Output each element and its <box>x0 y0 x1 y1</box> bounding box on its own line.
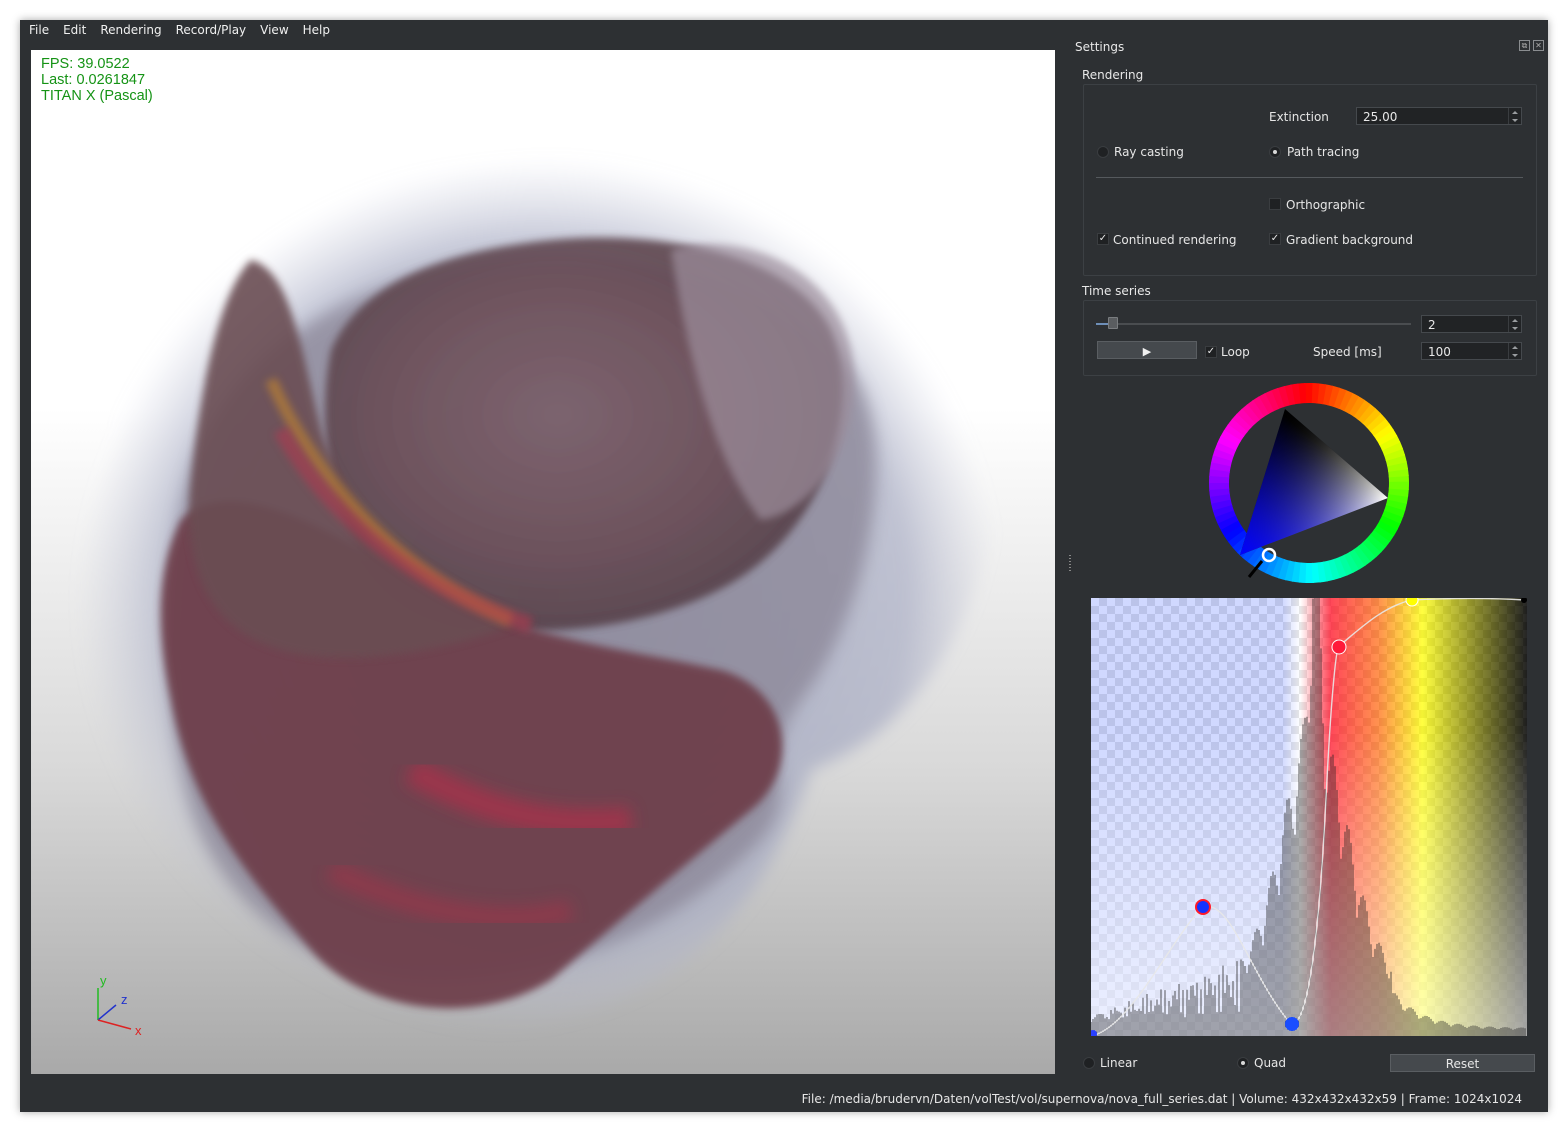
rendering-group-title: Rendering <box>1082 68 1144 82</box>
arrow-up-icon[interactable] <box>1512 345 1518 349</box>
extinction-label: Extinction <box>1269 110 1329 124</box>
extinction-spinbox[interactable]: 25.00 <box>1356 107 1522 125</box>
speed-stepper[interactable] <box>1508 343 1521 359</box>
control-point[interactable] <box>1285 1017 1299 1031</box>
render-viewport[interactable]: FPS: 39.0522 Last: 0.0261847 TITAN X (Pa… <box>31 50 1055 1074</box>
gradient-background-label: Gradient background <box>1286 233 1414 247</box>
rendering-group: Extinction 25.00 Ray casting Path tracin… <box>1083 84 1537 276</box>
dock-title-buttons: ⧉ ✕ <box>1519 40 1544 51</box>
app-window: File Edit Rendering Record/Play View Hel… <box>20 20 1548 1112</box>
frame-spinbox[interactable]: 2 <box>1421 315 1522 333</box>
menu-file[interactable]: File <box>20 20 56 40</box>
orthographic-checkbox[interactable] <box>1269 198 1281 210</box>
frame-stepper[interactable] <box>1508 316 1521 332</box>
frame-slider-fill <box>1096 323 1108 325</box>
menu-bar: File Edit Rendering Record/Play View Hel… <box>20 20 1548 40</box>
rendering-separator <box>1096 177 1523 178</box>
menu-edit[interactable]: Edit <box>56 20 93 40</box>
speed-value: 100 <box>1428 345 1451 359</box>
control-point[interactable] <box>1405 598 1419 607</box>
render-stats-overlay: FPS: 39.0522 Last: 0.0261847 TITAN X (Pa… <box>41 56 153 104</box>
time-series-group-title: Time series <box>1082 284 1151 298</box>
close-icon[interactable]: ✕ <box>1533 40 1544 51</box>
frame-slider[interactable] <box>1096 323 1411 325</box>
color-wheel[interactable] <box>1207 381 1411 585</box>
opacity-curve <box>1091 598 1526 1036</box>
menu-rendering[interactable]: Rendering <box>93 20 168 40</box>
transfer-function-plot[interactable] <box>1091 598 1527 1036</box>
menu-record-play[interactable]: Record/Play <box>169 20 254 40</box>
gradient-background-checkbox[interactable]: ✓ <box>1269 233 1281 245</box>
loop-checkbox[interactable]: ✓ <box>1205 346 1217 358</box>
reset-button[interactable]: Reset <box>1390 1054 1535 1072</box>
time-series-group: 2 ▶ ✓ Loop Speed [ms] 100 <box>1083 300 1537 376</box>
speed-spinbox[interactable]: 100 <box>1421 342 1522 360</box>
quad-label: Quad <box>1254 1056 1287 1070</box>
menu-help[interactable]: Help <box>296 20 337 40</box>
arrow-down-icon[interactable] <box>1512 326 1518 330</box>
ray-casting-radio[interactable] <box>1097 146 1109 158</box>
arrow-up-icon[interactable] <box>1512 318 1518 322</box>
status-bar: File: /media/brudervn/Daten/volTest/vol/… <box>801 1092 1522 1106</box>
arrow-up-icon[interactable] <box>1512 110 1518 114</box>
ray-casting-label: Ray casting <box>1114 145 1184 159</box>
last-frame-time-readout: Last: 0.0261847 <box>41 72 146 88</box>
control-point-selected[interactable] <box>1195 899 1211 915</box>
saturation-value-triangle[interactable] <box>1207 381 1411 585</box>
linear-radio[interactable] <box>1083 1057 1095 1069</box>
arrow-down-icon[interactable] <box>1512 118 1518 122</box>
z-axis-label: z <box>121 992 128 1007</box>
settings-dock-title: Settings <box>1075 40 1125 54</box>
arrow-down-icon[interactable] <box>1512 353 1518 357</box>
frame-value: 2 <box>1428 318 1436 332</box>
play-button[interactable]: ▶ <box>1097 341 1197 359</box>
float-icon[interactable]: ⧉ <box>1519 40 1530 51</box>
control-point[interactable] <box>1091 1030 1097 1036</box>
speed-label: Speed [ms] <box>1313 345 1382 359</box>
linear-label: Linear <box>1100 1056 1138 1070</box>
continued-rendering-label: Continued rendering <box>1113 233 1237 247</box>
x-axis-line <box>97 1019 132 1030</box>
hue-segment[interactable] <box>1388 481 1409 490</box>
play-icon: ▶ <box>1142 345 1152 358</box>
control-point[interactable] <box>1521 598 1527 603</box>
extinction-stepper[interactable] <box>1508 108 1521 124</box>
fps-readout: FPS: 39.0522 <box>41 56 130 72</box>
control-point[interactable] <box>1331 639 1347 655</box>
extinction-value: 25.00 <box>1363 110 1398 124</box>
x-axis-label: x <box>135 1023 142 1035</box>
path-tracing-radio[interactable] <box>1269 146 1281 158</box>
loop-label: Loop <box>1221 345 1250 359</box>
frame-slider-handle[interactable] <box>1108 317 1118 329</box>
gpu-name: TITAN X (Pascal) <box>41 88 153 104</box>
orthographic-label: Orthographic <box>1286 198 1366 212</box>
continued-rendering-checkbox[interactable]: ✓ <box>1097 233 1109 245</box>
transfer-function-editor[interactable] <box>1091 598 1527 1036</box>
path-tracing-label: Path tracing <box>1287 145 1360 159</box>
volume-rendering-image <box>78 157 999 1035</box>
z-axis-line <box>97 1004 117 1021</box>
quad-radio[interactable] <box>1237 1057 1249 1069</box>
menu-view[interactable]: View <box>253 20 295 40</box>
y-axis-label: y <box>100 973 107 988</box>
axis-gizmo: y z x <box>97 973 142 1035</box>
